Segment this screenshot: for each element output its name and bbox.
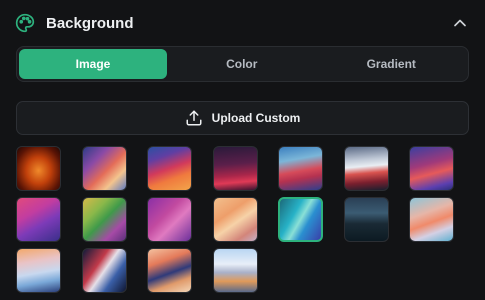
background-type-tabs: Image Color Gradient [16, 46, 469, 82]
wallpaper-thumbnail[interactable] [212, 248, 258, 293]
wallpaper-thumbnail[interactable] [81, 248, 127, 293]
wallpaper-thumbnail[interactable] [147, 197, 192, 242]
upload-icon [185, 109, 203, 127]
wallpaper-thumbnail[interactable] [278, 146, 323, 191]
wallpaper-thumbnail-selected[interactable] [278, 197, 323, 242]
wallpaper-thumbnail[interactable] [81, 197, 127, 242]
tab-image[interactable]: Image [19, 49, 167, 79]
wallpaper-thumbnail[interactable] [343, 146, 389, 191]
wallpaper-grid [16, 146, 454, 293]
wallpaper-thumbnail[interactable] [16, 197, 61, 242]
wallpaper-thumbnail[interactable] [343, 197, 389, 242]
wallpaper-thumbnail[interactable] [147, 146, 192, 191]
tab-gradient[interactable]: Gradient [317, 49, 467, 79]
wallpaper-thumbnail[interactable] [212, 197, 258, 242]
wallpaper-thumbnail[interactable] [147, 248, 192, 293]
wallpaper-thumbnail[interactable] [16, 248, 61, 293]
wallpaper-thumbnail[interactable] [409, 197, 454, 242]
upload-custom-button[interactable]: Upload Custom [16, 101, 469, 135]
wallpaper-thumbnail[interactable] [16, 146, 61, 191]
wallpaper-thumbnail[interactable] [409, 146, 454, 191]
background-panel: Background Image Color Gradient Upload C… [0, 0, 485, 300]
palette-icon [15, 13, 35, 33]
upload-custom-label: Upload Custom [211, 111, 301, 125]
wallpaper-thumbnail[interactable] [81, 146, 127, 191]
wallpaper-thumbnail[interactable] [212, 146, 258, 191]
tab-color[interactable]: Color [167, 49, 317, 79]
section-title: Background [46, 14, 134, 32]
section-header: Background [15, 10, 470, 36]
chevron-up-icon[interactable] [450, 13, 470, 33]
